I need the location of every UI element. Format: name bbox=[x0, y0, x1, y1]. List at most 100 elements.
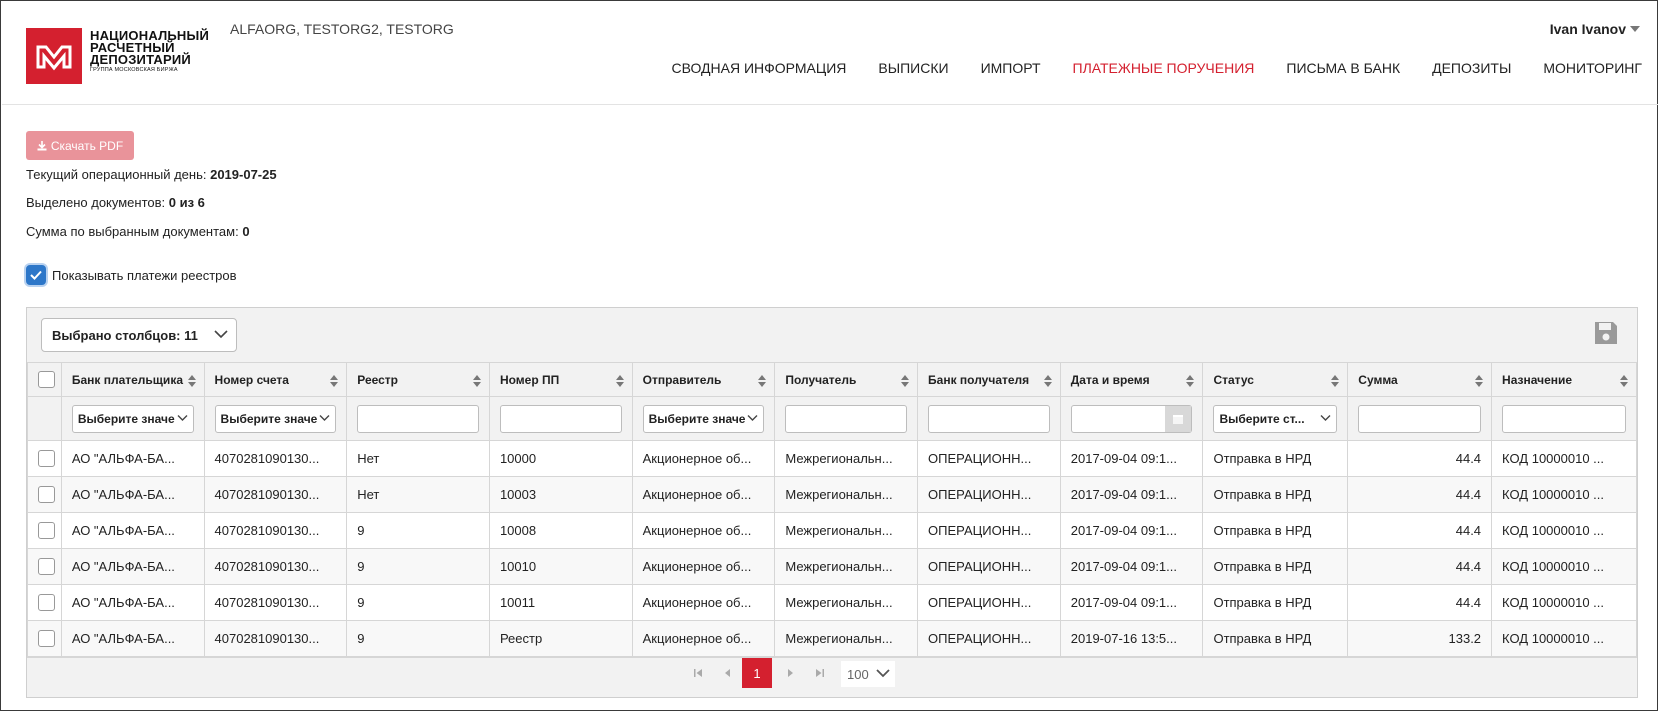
filter-placeholder: Выберите значе bbox=[220, 411, 318, 426]
sort-icon[interactable] bbox=[758, 375, 767, 387]
row-checkbox[interactable] bbox=[38, 522, 55, 540]
nav-item-letters[interactable]: ПИСЬМА В БАНК bbox=[1286, 60, 1400, 76]
date-filter[interactable] bbox=[1070, 404, 1193, 433]
status-filter[interactable]: Выберите ст... bbox=[1213, 404, 1338, 433]
nav-item-monitoring[interactable]: МОНИТОРИНГ bbox=[1543, 60, 1642, 76]
order-number-cell: 10011 bbox=[488, 584, 633, 621]
sort-icon[interactable] bbox=[1186, 375, 1195, 387]
column-header[interactable]: Назначение bbox=[1491, 362, 1637, 397]
account-filter[interactable]: Выберите значе bbox=[214, 404, 337, 433]
prev-page-icon[interactable] bbox=[713, 658, 743, 688]
account-cell: 4070281090130... bbox=[203, 620, 348, 657]
nav-item-deposits[interactable]: ДЕПОЗИТЫ bbox=[1432, 60, 1511, 76]
row-checkbox[interactable] bbox=[38, 558, 55, 576]
sort-icon[interactable] bbox=[901, 375, 910, 387]
account-cell: 4070281090130... bbox=[203, 548, 348, 585]
registry-cell: 9 bbox=[346, 584, 490, 621]
sender-cell: Акционерное об... bbox=[631, 548, 776, 585]
filter-cell bbox=[1491, 396, 1637, 441]
nav-item-summary[interactable]: СВОДНАЯ ИНФОРМАЦИЯ bbox=[671, 60, 846, 76]
column-header[interactable]: Сумма bbox=[1347, 362, 1493, 397]
sort-icon[interactable] bbox=[1620, 375, 1628, 387]
column-header[interactable]: Банк плательщика bbox=[60, 362, 205, 397]
select-all-checkbox[interactable] bbox=[38, 371, 55, 388]
column-header[interactable]: Номер ПП bbox=[488, 362, 633, 397]
calendar-icon[interactable] bbox=[1165, 405, 1192, 432]
chevron-down-icon bbox=[214, 330, 228, 339]
sender-filter[interactable]: Выберите значе bbox=[642, 404, 765, 433]
table-row[interactable]: АО "АЛЬФА-БА... 4070281090130... 9 10011 Акц… bbox=[27, 584, 1637, 621]
checkmark-icon bbox=[30, 270, 42, 280]
sort-icon[interactable] bbox=[330, 375, 339, 387]
first-page-icon[interactable] bbox=[683, 658, 713, 688]
table-row[interactable]: АО "АЛЬФА-БА... 4070281090130... Нет 10003 А… bbox=[27, 476, 1637, 513]
current-page[interactable]: 1 bbox=[742, 658, 772, 688]
sort-icon[interactable] bbox=[1331, 375, 1340, 387]
table-row[interactable]: АО "АЛЬФА-БА... 4070281090130... 9 Реестр Ак… bbox=[27, 620, 1637, 657]
column-title: Номер ПП bbox=[499, 372, 560, 387]
row-checkbox[interactable] bbox=[38, 630, 55, 648]
nav-item-import[interactable]: ИМПОРТ bbox=[981, 60, 1041, 76]
page-size-select[interactable]: 100 bbox=[841, 661, 895, 687]
table-row[interactable]: АО "АЛЬФА-БА... 4070281090130... Нет 10000 А… bbox=[27, 440, 1637, 477]
opday-value: 2019-07-25 bbox=[210, 167, 277, 182]
column-selector[interactable]: Выбрано столбцов: 11 bbox=[41, 318, 237, 352]
column-title: Статус bbox=[1213, 372, 1254, 387]
datetime-cell: 2019-07-16 13:5... bbox=[1059, 620, 1204, 657]
row-select-cell bbox=[27, 584, 62, 621]
row-checkbox[interactable] bbox=[38, 594, 55, 612]
amount-cell: 44.4 bbox=[1347, 476, 1493, 513]
column-header[interactable]: Реестр bbox=[346, 362, 490, 397]
row-checkbox[interactable] bbox=[38, 486, 55, 504]
chevron-down-icon bbox=[876, 669, 890, 678]
logo[interactable]: НАЦИОНАЛЬНЫЙ РАСЧЕТНЫЙ ДЕПОЗИТАРИЙ ГРУПП… bbox=[26, 28, 209, 84]
column-header[interactable]: Статус bbox=[1202, 362, 1349, 397]
column-header[interactable]: Получатель bbox=[774, 362, 919, 397]
purpose-filter[interactable] bbox=[1502, 404, 1626, 433]
order-number-filter[interactable] bbox=[499, 404, 622, 433]
download-pdf-label: Скачать PDF bbox=[50, 138, 124, 153]
sum-value: 0 bbox=[242, 224, 250, 239]
sort-icon[interactable] bbox=[615, 375, 624, 387]
bank-payer-cell: АО "АЛЬФА-БА... bbox=[60, 584, 205, 621]
row-select-cell bbox=[27, 548, 62, 585]
last-page-icon[interactable] bbox=[805, 658, 835, 688]
chevron-down-icon bbox=[1320, 414, 1331, 421]
sort-icon[interactable] bbox=[472, 375, 481, 387]
datetime-cell: 2017-09-04 09:1... bbox=[1059, 440, 1204, 477]
bank-payer-filter[interactable]: Выберите значе bbox=[71, 404, 194, 433]
row-checkbox[interactable] bbox=[38, 450, 55, 468]
column-header[interactable]: Номер счета bbox=[203, 362, 348, 397]
recipient-cell: Межрегиональн... bbox=[774, 512, 919, 549]
registry-cell: 9 bbox=[346, 548, 490, 585]
show-registry-toggle[interactable]: Показывать платежи реестров bbox=[26, 265, 237, 285]
table-row[interactable]: АО "АЛЬФА-БА... 4070281090130... 9 10010 Акц… bbox=[27, 548, 1637, 585]
nav-item-payment-orders[interactable]: ПЛАТЕЖНЫЕ ПОРУЧЕНИЯ bbox=[1073, 60, 1255, 76]
app-window: НАЦИОНАЛЬНЫЙ РАСЧЕТНЫЙ ДЕПОЗИТАРИЙ ГРУПП… bbox=[0, 0, 1658, 711]
caret-down-icon bbox=[1630, 26, 1640, 32]
selected-info: Выделено документов: 0 из 6 bbox=[26, 195, 205, 210]
recipient-filter[interactable] bbox=[785, 404, 908, 433]
filter-cell: Выберите ст... bbox=[1202, 396, 1349, 441]
recipient-bank-filter[interactable] bbox=[928, 404, 1050, 433]
recipient-bank-cell: ОПЕРАЦИОНН... bbox=[917, 584, 1061, 621]
sort-icon[interactable] bbox=[1043, 375, 1052, 387]
registry-filter[interactable] bbox=[357, 404, 479, 433]
status-cell: Отправка в НРД bbox=[1202, 512, 1349, 549]
save-icon[interactable] bbox=[1593, 320, 1619, 346]
download-pdf-button[interactable]: Скачать PDF bbox=[26, 131, 134, 160]
table-row[interactable]: АО "АЛЬФА-БА... 4070281090130... 9 10008 Акц… bbox=[27, 512, 1637, 549]
row-select-cell bbox=[27, 512, 62, 549]
status-cell: Отправка в НРД bbox=[1202, 440, 1349, 477]
sort-icon[interactable] bbox=[187, 375, 196, 387]
column-header[interactable]: Дата и время bbox=[1059, 362, 1204, 397]
sort-icon[interactable] bbox=[1475, 375, 1484, 387]
column-header[interactable]: Банк получателя bbox=[917, 362, 1061, 397]
show-registry-checkbox[interactable] bbox=[26, 265, 46, 285]
purpose-cell: КОД 10000010 ... bbox=[1491, 548, 1637, 585]
nav-item-statements[interactable]: ВЫПИСКИ bbox=[878, 60, 948, 76]
amount-filter[interactable] bbox=[1358, 404, 1482, 433]
user-menu[interactable]: Ivan Ivanov bbox=[1550, 21, 1640, 37]
next-page-icon[interactable] bbox=[775, 658, 805, 688]
column-header[interactable]: Отправитель bbox=[631, 362, 776, 397]
